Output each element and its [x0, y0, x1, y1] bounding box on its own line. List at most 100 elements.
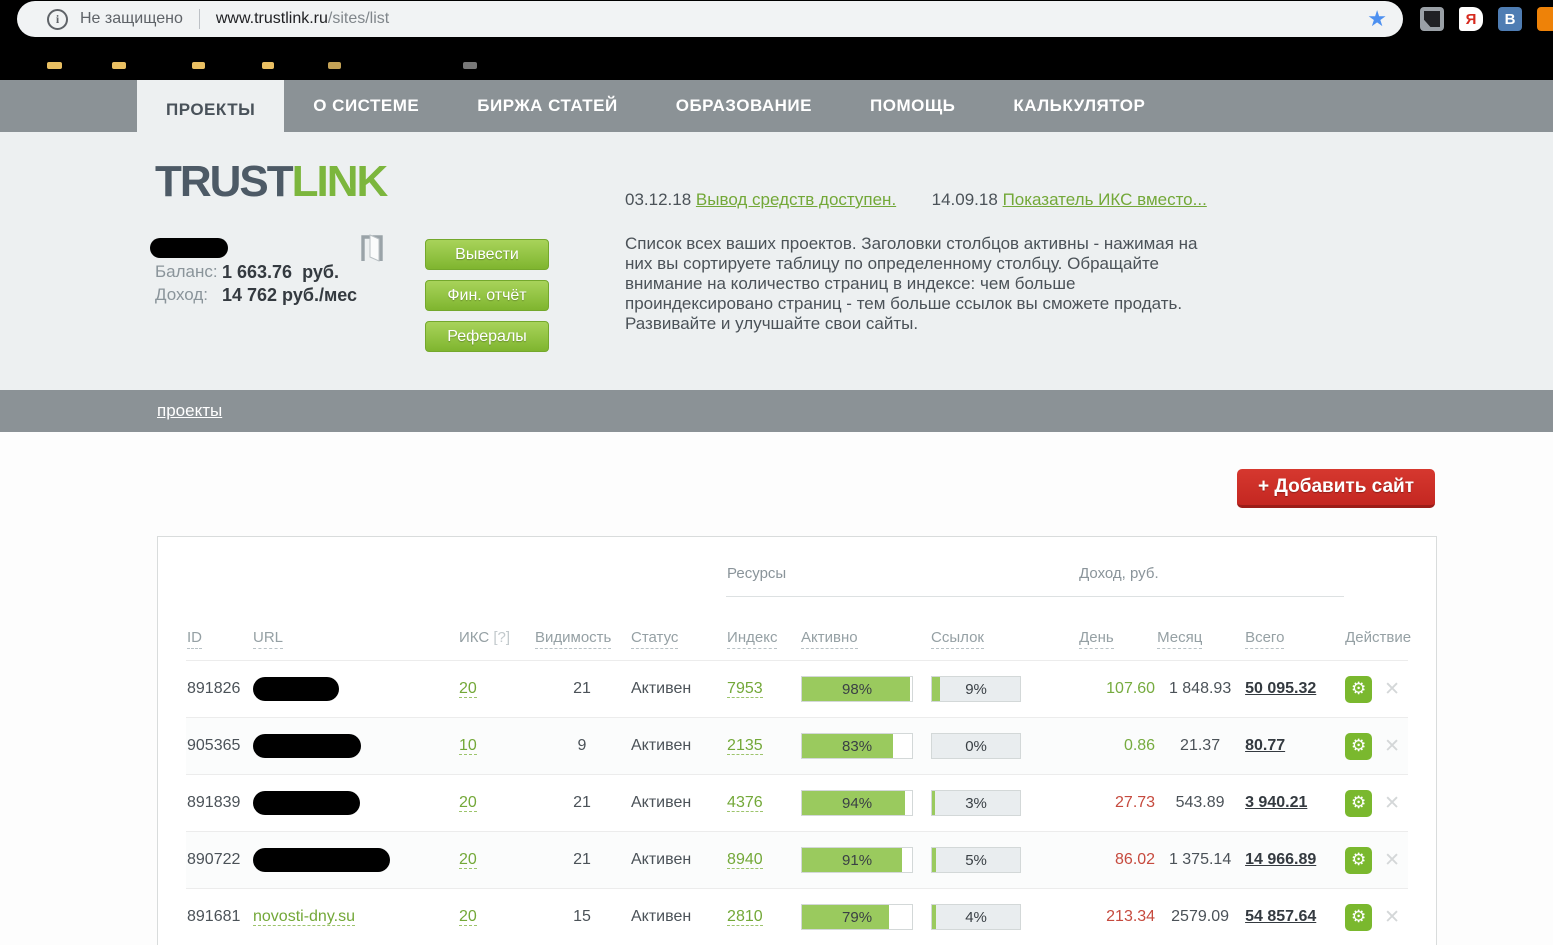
total-link[interactable]: 54 857.64: [1245, 908, 1316, 925]
extension-icons: Я B: [1420, 0, 1553, 38]
cell-url: [252, 717, 458, 775]
cell-index: 8940: [726, 831, 801, 889]
iks-link[interactable]: 20: [459, 851, 477, 869]
main-content: + Добавить сайт Ресурсы Доход, руб. ID U…: [0, 432, 1553, 945]
delete-icon[interactable]: ✕: [1384, 735, 1400, 758]
iks-link[interactable]: 10: [459, 737, 477, 755]
total-link[interactable]: 3 940.21: [1245, 794, 1307, 811]
col-header-url[interactable]: URL: [252, 597, 458, 661]
balance-label: Баланс:: [155, 262, 218, 281]
breadcrumb-projects-link[interactable]: проекты: [157, 401, 222, 421]
cell-links: 5%: [930, 831, 1079, 889]
address-bar[interactable]: i Не защищено www.trustlink.ru/sites/lis…: [17, 1, 1403, 37]
delete-icon[interactable]: ✕: [1384, 792, 1400, 815]
cell-visibility: 21: [534, 774, 630, 832]
news-link-iks[interactable]: Показатель ИКС вместо...: [1003, 190, 1207, 209]
browser-toolbar: i Не защищено www.trustlink.ru/sites/lis…: [0, 0, 1553, 38]
tab-projects[interactable]: ПРОЕКТЫ: [137, 80, 285, 140]
index-link[interactable]: 4376: [727, 794, 763, 812]
screenshot-extension-icon[interactable]: [1420, 7, 1444, 31]
cell-id: 890722: [186, 831, 252, 889]
tab-help[interactable]: ПОМОЩЬ: [841, 80, 984, 132]
bookmark-favicon: [47, 62, 62, 69]
url-host: www.trustlink.ru: [215, 10, 328, 27]
iks-link[interactable]: 20: [459, 908, 477, 926]
cell-index: 2135: [726, 717, 801, 775]
cell-url: [252, 660, 458, 718]
bookmarks-bar-redacted: [0, 38, 1553, 80]
total-link[interactable]: 50 095.32: [1245, 680, 1316, 697]
news-link-withdraw[interactable]: Вывод средств доступен.: [696, 190, 896, 209]
col-header-status[interactable]: Статус: [630, 597, 726, 661]
cell-day: 27.73: [1078, 774, 1157, 832]
settings-button[interactable]: ⚙: [1345, 903, 1373, 931]
col-header-links[interactable]: Ссылок: [930, 597, 1078, 661]
vk-extension-icon[interactable]: B: [1498, 7, 1522, 31]
col-header-month[interactable]: Месяц: [1156, 597, 1244, 661]
tab-education[interactable]: ОБРАЗОВАНИЕ: [647, 80, 841, 132]
col-header-total[interactable]: Всего: [1244, 597, 1344, 661]
cell-visibility: 15: [534, 888, 630, 945]
col-header-day[interactable]: День: [1078, 597, 1156, 661]
fin-report-button[interactable]: Фин. отчёт: [425, 280, 549, 311]
iks-help-icon[interactable]: [?]: [493, 629, 510, 646]
site-url-link[interactable]: novosti-dny.su: [253, 908, 355, 926]
active-progress-bar: 98%: [801, 676, 914, 702]
cell-index: 2810: [726, 888, 801, 945]
col-header-id[interactable]: ID: [186, 597, 252, 661]
cell-status: Активен: [630, 831, 727, 889]
table-header-row: ID URL ИКС [?] Видимость Статус Индекс А…: [186, 597, 1411, 661]
table-group-header-row: Ресурсы Доход, руб.: [186, 537, 1408, 597]
trustlink-logo[interactable]: TRUSTLINK: [155, 160, 388, 204]
tab-articles-exchange[interactable]: БИРЖА СТАТЕЙ: [448, 80, 646, 132]
tab-about[interactable]: О СИСТЕМЕ: [284, 80, 448, 132]
col-header-active[interactable]: Активно: [800, 597, 930, 661]
gear-icon: ⚙: [1350, 907, 1367, 926]
table-row: 905365 10 9 Активен 2135 83% 0% 0.86 21.…: [186, 717, 1409, 775]
username-redacted: [150, 238, 228, 258]
settings-button[interactable]: ⚙: [1345, 789, 1373, 817]
redacted-url: [253, 734, 361, 758]
news-date: 14.09.18: [931, 190, 998, 209]
cell-id: 905365: [186, 717, 252, 775]
withdraw-button[interactable]: Вывести: [425, 239, 549, 270]
site-info-icon[interactable]: i: [47, 8, 68, 30]
iks-link[interactable]: 20: [459, 794, 477, 812]
yandex-extension-icon[interactable]: Я: [1459, 7, 1483, 31]
bookmark-star-icon[interactable]: ★: [1367, 6, 1387, 32]
group-header-resources: Ресурсы: [726, 537, 1079, 597]
index-link[interactable]: 2135: [727, 737, 763, 755]
gear-icon: ⚙: [1350, 736, 1367, 755]
projects-description: Список всех ваших проектов. Заголовки ст…: [625, 234, 1198, 333]
add-site-button[interactable]: + Добавить сайт: [1237, 469, 1435, 508]
table-row: 891826 20 21 Активен 7953 98% 9% 107.60 …: [186, 660, 1409, 718]
main-navigation: ПРОЕКТЫ О СИСТЕМЕ БИРЖА СТАТЕЙ ОБРАЗОВАН…: [0, 80, 1553, 140]
total-link[interactable]: 14 966.89: [1245, 851, 1316, 868]
cell-url: [252, 831, 458, 889]
referrals-button[interactable]: Рефералы: [425, 321, 549, 352]
bookmark-favicon: [328, 62, 341, 69]
logout-door-icon[interactable]: [360, 234, 384, 262]
bookmark-favicon: [112, 62, 126, 69]
cell-month: 543.89: [1156, 774, 1245, 832]
sites-table-container: Ресурсы Доход, руб. ID URL ИКС [?] Видим…: [157, 536, 1437, 945]
settings-button[interactable]: ⚙: [1345, 675, 1373, 703]
index-link[interactable]: 7953: [727, 680, 763, 698]
index-link[interactable]: 8940: [727, 851, 763, 869]
news-line: 03.12.18 Вывод средств доступен. 14.09.1…: [625, 190, 1207, 210]
col-header-visibility[interactable]: Видимость: [534, 597, 630, 661]
col-header-index[interactable]: Индекс: [726, 597, 800, 661]
iks-link[interactable]: 20: [459, 680, 477, 698]
index-link[interactable]: 2810: [727, 908, 763, 926]
settings-button[interactable]: ⚙: [1345, 732, 1373, 760]
delete-icon[interactable]: ✕: [1384, 678, 1400, 701]
settings-button[interactable]: ⚙: [1345, 846, 1373, 874]
col-header-iks[interactable]: ИКС [?]: [458, 597, 534, 661]
tab-calculator[interactable]: КАЛЬКУЛЯТОР: [984, 80, 1174, 132]
ok-extension-icon[interactable]: [1537, 7, 1553, 31]
cell-iks: 20: [458, 774, 534, 832]
delete-icon[interactable]: ✕: [1384, 849, 1400, 872]
total-link[interactable]: 80.77: [1245, 737, 1285, 754]
address-divider: [198, 9, 200, 29]
delete-icon[interactable]: ✕: [1384, 906, 1400, 929]
